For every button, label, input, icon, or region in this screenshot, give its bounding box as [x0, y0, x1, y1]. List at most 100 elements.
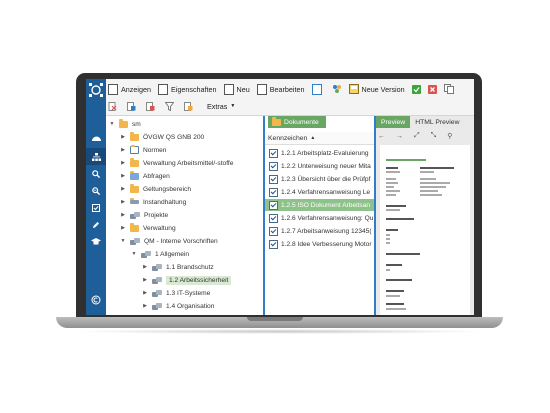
remove-button[interactable]	[146, 101, 155, 111]
group-icon	[152, 276, 162, 284]
tab-dokumente[interactable]: Dokumente	[268, 116, 326, 128]
folder-icon	[119, 118, 128, 128]
copy-icon	[443, 84, 454, 94]
export-button[interactable]	[184, 101, 193, 111]
app-logo-icon[interactable]	[86, 79, 106, 101]
upload-icon	[311, 83, 322, 95]
tree-item[interactable]: ▶ Projekte	[120, 209, 168, 221]
neu-button[interactable]: Neu	[223, 83, 250, 95]
copyright-icon[interactable]	[86, 291, 106, 308]
document-check-icon	[269, 200, 278, 210]
delete-mark-icon	[108, 101, 117, 111]
arrow-right-icon[interactable]: →	[396, 133, 403, 140]
document-check-icon	[269, 148, 278, 158]
tree-item[interactable]: ▼ 1 Allgemein	[131, 248, 189, 260]
approve-button[interactable]	[411, 84, 421, 94]
expand-icon[interactable]: ▶	[120, 186, 126, 192]
collapse-icon[interactable]: ▼	[131, 251, 137, 257]
filter-button[interactable]	[165, 101, 174, 111]
sitemap-icon[interactable]	[86, 148, 106, 165]
list-item[interactable]: 1.2.8 Idee Verbesserung Motor	[265, 238, 374, 250]
edit-icon[interactable]	[86, 216, 106, 233]
fit-icon[interactable]: ⤡	[431, 132, 437, 140]
folder-icon	[272, 116, 281, 126]
new-version-icon	[348, 84, 359, 94]
extras-menu[interactable]: Extras ▼	[207, 102, 235, 111]
dashboard-icon[interactable]	[86, 129, 106, 146]
expand-icon[interactable]: ▶	[142, 290, 148, 296]
delete-mark-button[interactable]	[108, 101, 117, 111]
neue-version-button[interactable]: Neue Version	[348, 84, 405, 94]
list-item[interactable]: 1.2.7 Arbeitsanweisung 12345(	[265, 225, 374, 237]
expand-icon[interactable]: ▶	[120, 225, 126, 231]
reject-button[interactable]	[427, 84, 437, 94]
red-x-icon	[427, 84, 437, 94]
link-icon	[127, 101, 136, 111]
expand-icon[interactable]: ▶	[120, 212, 126, 218]
zoom-icon[interactable]: ⚲	[447, 132, 452, 140]
expand-icon[interactable]: ▶	[120, 134, 126, 140]
collapse-icon[interactable]: ▼	[109, 121, 115, 127]
expand-icon[interactable]: ▶	[142, 277, 148, 283]
tab-preview[interactable]: Preview	[376, 116, 411, 128]
tree-root[interactable]: ▼ sm	[109, 118, 141, 130]
list-item[interactable]: 1.2.3 Übersicht über die Prüfpf	[265, 173, 374, 185]
anzeigen-button[interactable]: Anzeigen	[108, 83, 151, 95]
tree-item[interactable]: ▶ 1.3 IT-Systeme	[142, 287, 210, 299]
tree-item[interactable]: ▶ Instandhaltung	[120, 196, 186, 208]
nav-rail	[86, 79, 106, 315]
document-preview-page	[380, 145, 470, 315]
tree-item[interactable]: ▶ Geltungsbereich	[120, 183, 191, 195]
tree-item[interactable]: ▶ 1.4 Organisation	[142, 300, 214, 312]
copy-button[interactable]	[443, 84, 454, 94]
tree-item-selected[interactable]: ▶ 1.2 Arbeitssicherheit	[142, 274, 232, 286]
expand-icon[interactable]: ⤢	[414, 132, 420, 140]
expand-icon[interactable]: ▶	[120, 160, 126, 166]
workflow-button[interactable]	[332, 84, 342, 94]
checklist-icon[interactable]	[86, 199, 106, 216]
tree-item[interactable]: ▶ Abfragen	[120, 170, 170, 182]
group-icon	[152, 302, 162, 310]
tree-item[interactable]: ▼ QM - Interne Vorschriften	[120, 235, 218, 247]
search-icon[interactable]	[86, 165, 106, 182]
list-item[interactable]: 1.2.6 Verfahrensanweisung: Qu	[265, 212, 374, 224]
folder-icon	[130, 157, 139, 167]
tree-item[interactable]: ▶ Verwaltung Arbeitsmittel/-stoffe	[120, 157, 233, 169]
workflow-icon	[332, 85, 341, 93]
list-item-selected[interactable]: 1.2.5 ISO Dokument Arbeitsan	[265, 199, 374, 211]
group-icon	[152, 263, 162, 271]
tree-item[interactable]: ▶ ÖVGW QS GNB 200	[120, 131, 204, 143]
folder-icon	[130, 222, 139, 232]
toolbar-main-row: Anzeigen Eigenschaften Neu Bearbeiten Ne…	[108, 81, 461, 97]
document-view-icon	[108, 83, 118, 95]
chevron-down-icon: ▼	[230, 103, 236, 109]
tree-item[interactable]: ▶ Normen	[120, 144, 166, 156]
tab-html-preview[interactable]: HTML Preview	[410, 116, 465, 128]
folder-icon	[130, 131, 139, 141]
expand-icon[interactable]: ▶	[120, 173, 126, 179]
tree-item[interactable]: ▶ Verwaltung	[120, 222, 176, 234]
arrow-left-icon[interactable]: ←	[378, 133, 385, 140]
zoom-search-icon[interactable]	[86, 182, 106, 199]
column-header-kennzeichen[interactable]: Kennzeichen ▲	[265, 132, 374, 145]
tree-item[interactable]: ▶ 1.1 Brandschutz	[142, 261, 214, 273]
eigenschaften-button[interactable]: Eigenschaften	[157, 83, 217, 95]
group-icon	[152, 289, 162, 297]
bearbeiten-button[interactable]: Bearbeiten	[256, 83, 305, 95]
list-item[interactable]: 1.2.2 Unterweisung neuer Mita	[265, 160, 374, 172]
expand-icon[interactable]: ▶	[142, 264, 148, 270]
preview-tabs: Preview HTML Preview	[376, 116, 465, 128]
folder-icon	[130, 183, 139, 193]
document-check-icon	[269, 226, 278, 236]
expand-icon[interactable]: ▶	[142, 303, 148, 309]
list-item[interactable]: 1.2.4 Verfahrensanweisung Le	[265, 186, 374, 198]
expand-icon[interactable]: ▶	[120, 199, 126, 205]
collapse-icon[interactable]: ▼	[120, 238, 126, 244]
upload-button[interactable]	[311, 83, 325, 95]
expand-icon[interactable]: ▶	[120, 147, 126, 153]
graduation-cap-icon[interactable]	[86, 233, 106, 250]
laptop-notch	[247, 317, 303, 321]
tag-icon	[130, 145, 139, 154]
list-item[interactable]: 1.2.1 Arbeitsplatz-Evaluierung	[265, 147, 374, 159]
link-button[interactable]	[127, 101, 136, 111]
